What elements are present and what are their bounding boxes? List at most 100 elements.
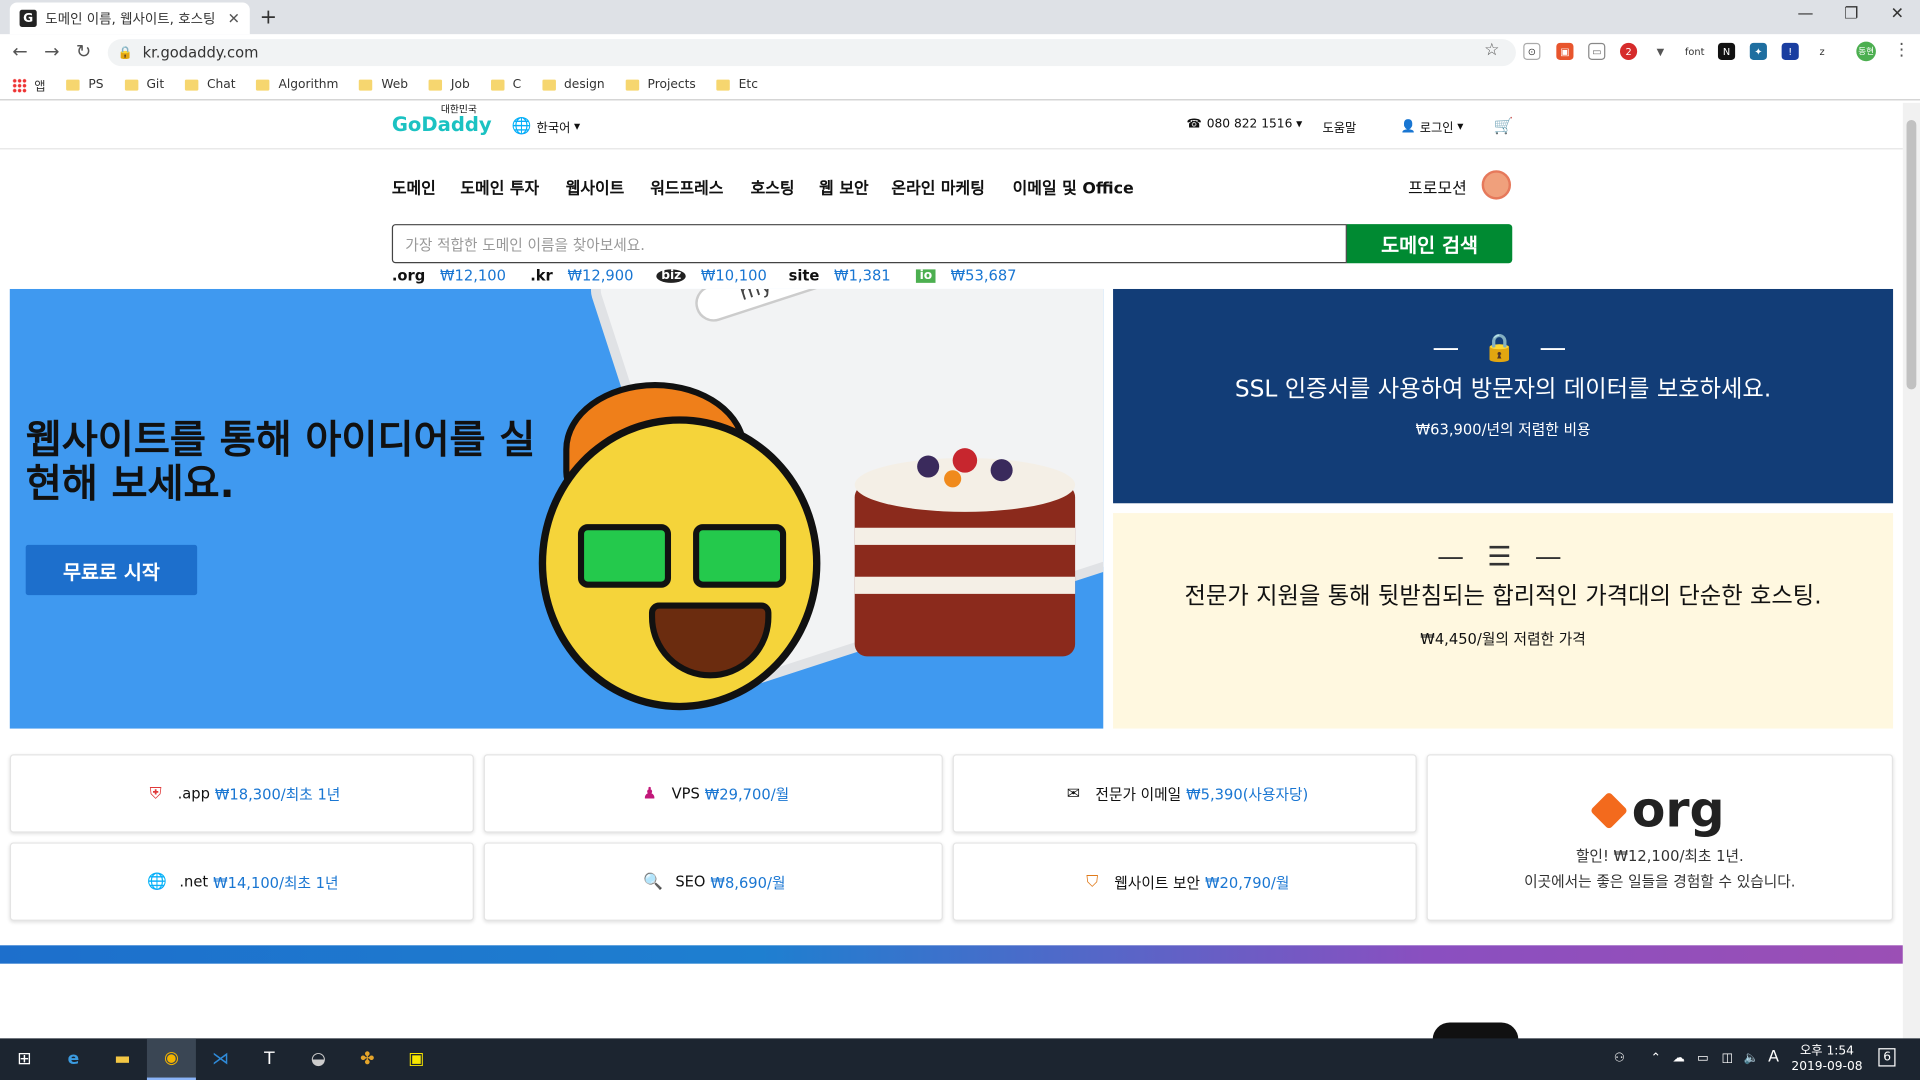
- extension-icon[interactable]: !: [1781, 42, 1799, 61]
- tld-price-io[interactable]: io ₩53,687: [915, 267, 1017, 284]
- phone-icon: ☎: [1186, 117, 1202, 132]
- folder-icon: [184, 79, 199, 91]
- people-icon[interactable]: ⚇: [1614, 1051, 1625, 1067]
- bookmark-folder[interactable]: Etc: [716, 78, 758, 92]
- battery-icon[interactable]: ▭: [1697, 1051, 1709, 1067]
- vscode-icon[interactable]: ⋊: [196, 1038, 245, 1080]
- bookmark-folder[interactable]: design: [541, 78, 605, 92]
- login-menu[interactable]: 👤 로그인 ▾: [1401, 118, 1464, 136]
- nav-wordpress[interactable]: 워드프레스: [650, 175, 723, 198]
- minimize-icon[interactable]: —: [1798, 5, 1814, 23]
- onedrive-icon[interactable]: ☁: [1673, 1051, 1685, 1067]
- font-extension-icon[interactable]: font: [1683, 42, 1706, 61]
- extension-icon[interactable]: ⊙: [1523, 42, 1541, 61]
- windows-start-icon[interactable]: ⊞: [0, 1038, 49, 1080]
- slack-icon[interactable]: ✤: [343, 1038, 392, 1080]
- bookmark-folder[interactable]: Web: [359, 78, 408, 92]
- cart-icon[interactable]: 🛒: [1494, 118, 1514, 136]
- nav-email-office[interactable]: 이메일 및 Office: [1013, 175, 1134, 198]
- scrollbar-thumb[interactable]: [1906, 120, 1917, 390]
- ssl-promo-panel[interactable]: — 🔒 — SSL 인증서를 사용하여 방문자의 데이터를 보호하세요. ₩63…: [1113, 288, 1894, 504]
- adblock-extension-icon[interactable]: 2: [1620, 42, 1638, 61]
- nav-domain[interactable]: 도메인: [392, 175, 436, 198]
- caret-down-icon: ▾: [574, 120, 581, 134]
- header-divider: [0, 148, 1903, 150]
- folder-icon: [716, 79, 731, 91]
- bookmark-apps[interactable]: 앱: [12, 76, 46, 94]
- extension-icon[interactable]: ▭: [1588, 42, 1606, 61]
- address-bar[interactable]: 🔒 kr.godaddy.com: [107, 39, 1516, 67]
- bookmark-folder[interactable]: PS: [66, 78, 104, 92]
- edge-icon[interactable]: e: [49, 1038, 98, 1080]
- file-explorer-icon[interactable]: ▬: [98, 1038, 147, 1080]
- bookmark-folder[interactable]: Chat: [184, 78, 236, 92]
- notion-extension-icon[interactable]: N: [1717, 42, 1736, 61]
- nav-promotion[interactable]: 프로모션: [1408, 175, 1467, 198]
- extension-icon[interactable]: z: [1813, 42, 1831, 61]
- close-window-icon[interactable]: ✕: [1891, 5, 1904, 23]
- bookmark-folder[interactable]: Git: [124, 78, 164, 92]
- forward-icon[interactable]: →: [44, 40, 59, 62]
- extension-icon[interactable]: ✦: [1749, 42, 1767, 61]
- tray-chevron-icon[interactable]: ⌃: [1651, 1051, 1661, 1067]
- new-tab-button[interactable]: +: [260, 5, 277, 29]
- menu-dots-icon[interactable]: ⋮: [1893, 40, 1910, 60]
- bookmark-folder[interactable]: Algorithm: [256, 78, 338, 92]
- app-icon[interactable]: ◒: [294, 1038, 343, 1080]
- back-icon[interactable]: ←: [12, 40, 27, 62]
- product-price: ₩14,100/최초 1년: [213, 873, 339, 891]
- bookmark-folder[interactable]: C: [490, 78, 521, 92]
- extension-icon[interactable]: ▣: [1556, 42, 1574, 61]
- ime-indicator[interactable]: A: [1768, 1049, 1779, 1065]
- tld-price-org[interactable]: .org ₩12,100: [392, 267, 506, 284]
- nav-website[interactable]: 웹사이트: [566, 175, 625, 198]
- typora-icon[interactable]: T: [245, 1038, 294, 1080]
- product-name: SEO: [675, 873, 706, 891]
- caret-down-icon: ▾: [1296, 117, 1303, 132]
- browser-tab[interactable]: G 도메인 이름, 웹사이트, 호스팅 5 ✕: [9, 2, 250, 35]
- chrome-icon[interactable]: ◉: [146, 1038, 196, 1080]
- person-illustration-partial: [1432, 1022, 1519, 1040]
- start-free-button[interactable]: 무료로 시작: [25, 544, 198, 596]
- nav-online-marketing[interactable]: 온라인 마케팅: [891, 175, 984, 198]
- profile-avatar[interactable]: 동현: [1856, 41, 1876, 62]
- tld-price-kr[interactable]: .kr ₩12,900: [530, 267, 633, 284]
- product-card-app[interactable]: ⛨ .app ₩18,300/최초 1년: [9, 754, 474, 833]
- product-card-vps[interactable]: ♟ VPS ₩29,700/월: [483, 754, 943, 833]
- mockup-url: mycakeshop.app: [737, 289, 913, 306]
- nav-web-security[interactable]: 웹 보안: [819, 175, 868, 198]
- product-card-seo[interactable]: 🔍 SEO ₩8,690/월: [483, 842, 943, 921]
- tld-price-biz[interactable]: biz ₩10,100: [656, 267, 767, 284]
- server-person-icon: ♟: [642, 784, 657, 803]
- clock[interactable]: 오후 1:54 2019-09-08: [1791, 1043, 1862, 1075]
- bookmark-folder[interactable]: Projects: [625, 78, 696, 92]
- bookmark-folder[interactable]: Job: [428, 78, 470, 92]
- notification-icon[interactable]: 6: [1878, 1048, 1896, 1067]
- network-icon[interactable]: ◫: [1722, 1051, 1734, 1067]
- godaddy-logo[interactable]: GoDaddy 대한민국: [392, 104, 492, 136]
- reload-icon[interactable]: ↻: [76, 40, 91, 62]
- language-selector[interactable]: 🌐 한국어 ▾: [512, 118, 580, 136]
- domain-search-button[interactable]: 도메인 검색: [1346, 224, 1513, 264]
- mascot-sunglasses-left: [577, 524, 672, 588]
- bookmark-star-icon[interactable]: ☆: [1484, 40, 1499, 60]
- restore-icon[interactable]: ❐: [1844, 5, 1858, 23]
- magnifier-icon: 🔍: [643, 872, 664, 891]
- tld-name: biz: [656, 268, 687, 283]
- product-card-website-security[interactable]: ⛉ 웹사이트 보안 ₩20,790/월: [952, 842, 1417, 921]
- kakaotalk-icon[interactable]: ▣: [392, 1038, 441, 1080]
- tld-price-site[interactable]: site ₩1,381: [789, 267, 891, 284]
- org-promo-card[interactable]: org 할인! ₩12,100/최초 1년. 이곳에서는 좋은 일들을 경험할 …: [1426, 754, 1894, 921]
- close-tab-icon[interactable]: ✕: [228, 10, 240, 27]
- nav-domain-investing[interactable]: 도메인 투자: [460, 175, 539, 198]
- help-link[interactable]: 도움말: [1322, 118, 1356, 135]
- product-card-net[interactable]: 🌐 .net ₩14,100/최초 1년: [9, 842, 474, 921]
- hosting-promo-panel[interactable]: — ☰ — 전문가 지원을 통해 뒷받침되는 합리적인 가격대의 단순한 호스팅…: [1113, 513, 1894, 729]
- phone-menu[interactable]: ☎ 080 822 1516 ▾: [1187, 118, 1303, 131]
- volume-icon[interactable]: 🔈: [1744, 1051, 1759, 1067]
- caret-down-icon: ▾: [1457, 120, 1464, 134]
- nav-hosting[interactable]: 호스팅: [751, 175, 795, 198]
- product-card-email[interactable]: ✉ 전문가 이메일 ₩5,390(사용자당): [952, 754, 1417, 833]
- extension-icon[interactable]: ▼: [1651, 42, 1669, 61]
- domain-search-input[interactable]: 가장 적합한 도메인 이름을 찾아보세요.: [391, 224, 1347, 264]
